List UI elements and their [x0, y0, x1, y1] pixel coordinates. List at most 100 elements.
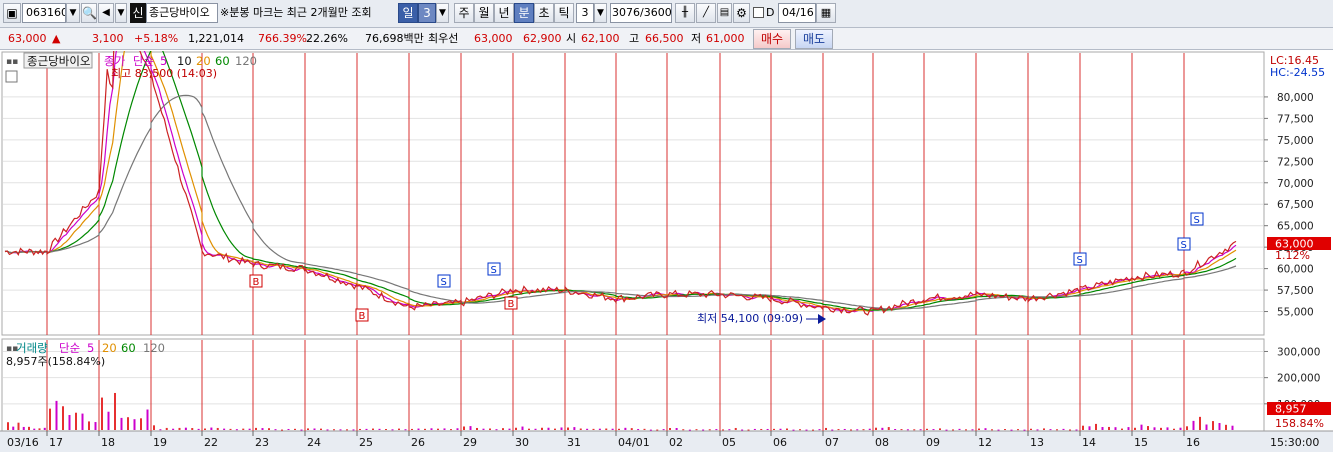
- volume-bar: [900, 429, 903, 431]
- code-dropdown-icon[interactable]: ▼: [66, 3, 80, 23]
- quote-price: 63,000: [8, 32, 47, 45]
- period-dropdown-icon[interactable]: ▼: [436, 3, 449, 23]
- volume-bar: [1030, 428, 1032, 430]
- volume-bar: [159, 429, 162, 431]
- sound-dropdown-icon[interactable]: ▼: [115, 3, 127, 23]
- stock-code-input[interactable]: 063160: [22, 3, 66, 23]
- draw-tool-icon[interactable]: ╱: [696, 3, 716, 23]
- volume-bar: [837, 429, 840, 431]
- volume-bar: [850, 429, 852, 431]
- price-axis-label: 77,500: [1277, 113, 1314, 125]
- data-count-max: /3600: [640, 6, 672, 19]
- buy-button[interactable]: 매수: [753, 29, 791, 49]
- volume-bar: [722, 429, 724, 431]
- volume-bar: [287, 428, 290, 430]
- data-count-value: 3076: [612, 6, 640, 19]
- volume-bar: [326, 429, 329, 431]
- volume-bar: [430, 428, 433, 430]
- volume-bar: [1186, 426, 1188, 430]
- period-month-button[interactable]: 월: [474, 3, 494, 23]
- tick-value-field[interactable]: 3: [576, 3, 594, 23]
- stock-name-field[interactable]: 종근당바이오: [146, 3, 218, 23]
- x-axis-label: 04/01: [618, 436, 650, 449]
- volume-bar: [579, 428, 582, 430]
- volume-bar: [184, 427, 187, 430]
- pane-option-icon[interactable]: [5, 70, 18, 83]
- period-day-button[interactable]: 일: [398, 3, 418, 23]
- quote-open: 62,100: [581, 32, 620, 45]
- volume-bar: [773, 428, 775, 430]
- period-year-button[interactable]: 년: [494, 3, 514, 23]
- sell-mark-icon[interactable]: S: [1177, 237, 1191, 251]
- sell-mark-icon[interactable]: S: [487, 262, 501, 276]
- volume-bar: [43, 427, 46, 430]
- volume-bar: [307, 428, 309, 430]
- sell-button[interactable]: 매도: [795, 29, 833, 49]
- volume-bar: [1179, 427, 1182, 430]
- volume-bar: [1166, 427, 1169, 430]
- volume-bar: [33, 428, 36, 430]
- volume-bar: [281, 429, 283, 431]
- volume-bar: [805, 429, 808, 431]
- speaker-icon[interactable]: ◀: [98, 3, 114, 23]
- sell-mark-icon[interactable]: S: [1073, 252, 1087, 266]
- volume-bar: [682, 429, 685, 431]
- search-icon[interactable]: 🔍: [81, 3, 97, 23]
- volume-bar: [1173, 428, 1175, 430]
- volume-bar: [133, 419, 136, 430]
- current-volume-text: 8,957: [1275, 403, 1307, 416]
- candle-type-icon[interactable]: ╫: [675, 3, 695, 23]
- volume-bar: [760, 428, 763, 430]
- buy-mark-icon[interactable]: B: [504, 296, 518, 310]
- volume-bar: [637, 429, 640, 431]
- volume-bar: [675, 427, 678, 430]
- volume-bar: [178, 427, 181, 430]
- period-second-button[interactable]: 초: [534, 3, 554, 23]
- period-minute-button[interactable]: 분: [514, 3, 534, 23]
- volume-bar: [68, 415, 71, 430]
- volume-bar: [586, 428, 589, 430]
- legend-close-label: 종가: [104, 54, 126, 68]
- volume-bar: [906, 429, 909, 431]
- sell-mark-icon[interactable]: S: [437, 274, 451, 288]
- volume-bar: [573, 427, 576, 430]
- volume-bar: [515, 427, 517, 430]
- volume-bar: [38, 428, 41, 430]
- current-volume-pct: 158.84%: [1275, 417, 1324, 430]
- volume-bar: [1036, 429, 1039, 431]
- mark-label: S: [491, 265, 497, 276]
- period-count-field[interactable]: 3: [418, 3, 436, 23]
- calendar-icon[interactable]: ▦: [816, 3, 836, 23]
- period-tick-button[interactable]: 틱: [554, 3, 574, 23]
- window-menu-icon[interactable]: ▣: [3, 3, 21, 23]
- volume-bar: [1160, 427, 1162, 430]
- volume-bar: [49, 408, 51, 430]
- gear-icon[interactable]: ⚙: [733, 3, 750, 23]
- x-axis-label: 19: [153, 436, 167, 449]
- volume-bar: [313, 428, 316, 430]
- buy-mark-icon[interactable]: B: [355, 308, 369, 322]
- data-count-field[interactable]: 3076/3600: [610, 3, 672, 23]
- volume-bar: [984, 428, 987, 430]
- quote-low-label: 저: [691, 32, 702, 45]
- volume-bar: [753, 428, 756, 430]
- volume-bar: [81, 413, 84, 430]
- chart-area[interactable]: 80,000 77,500 75,000 72,500 70,000 67,500 65,0…: [0, 0, 1333, 452]
- volume-bar: [55, 400, 58, 430]
- chart-canvas[interactable]: 80,000 77,500 75,000 72,500 70,000 67,500 65,0…: [0, 0, 1333, 452]
- volume-bar: [28, 426, 30, 430]
- volume-bar: [554, 428, 556, 430]
- period-week-button[interactable]: 주: [454, 3, 474, 23]
- volume-bar: [818, 429, 821, 431]
- save-icon[interactable]: ▤: [717, 3, 732, 23]
- date-checkbox[interactable]: [753, 7, 764, 18]
- mark-label: S: [1077, 255, 1083, 266]
- tick-dropdown-icon[interactable]: ▼: [594, 3, 607, 23]
- date-input[interactable]: 04/16: [778, 3, 816, 23]
- price-low-note: 최저 54,100 (09:09): [697, 312, 803, 325]
- buy-mark-icon[interactable]: B: [249, 274, 263, 288]
- volume-bar: [385, 429, 387, 431]
- price-axis-label: 72,500: [1277, 156, 1314, 168]
- volume-legend-name: 거래량: [16, 341, 48, 355]
- sell-mark-icon[interactable]: S: [1190, 212, 1204, 226]
